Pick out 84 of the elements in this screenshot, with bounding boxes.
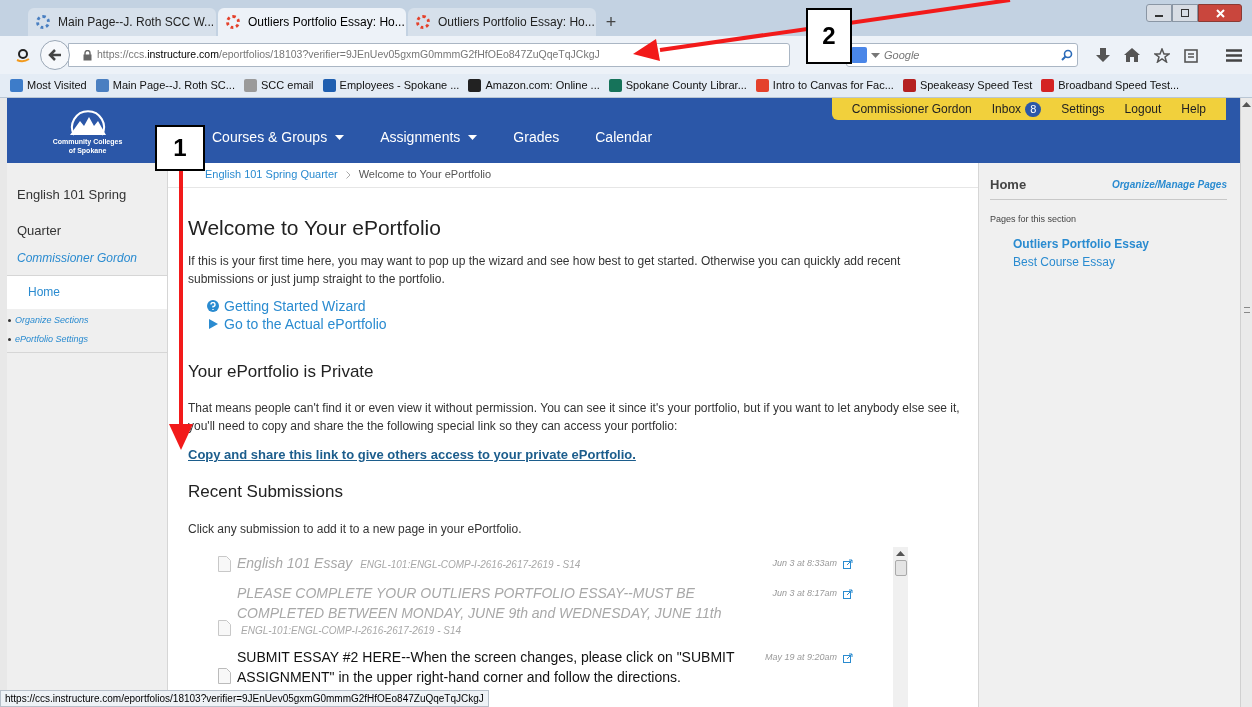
callout-number: 1 — [155, 125, 205, 171]
section-item[interactable]: Home — [7, 275, 167, 309]
menu-icon[interactable] — [1226, 48, 1242, 62]
search-input[interactable]: Google — [884, 46, 1057, 64]
close-icon — [1215, 8, 1225, 18]
scrollbar-grip-icon — [1243, 307, 1250, 313]
document-icon — [218, 620, 231, 636]
home-icon[interactable] — [1124, 48, 1140, 62]
bookmark[interactable]: Spokane County Librar... — [608, 77, 747, 94]
bookmark[interactable]: Employees - Spokane ... — [322, 77, 460, 94]
user-menu-link[interactable]: Help — [1181, 100, 1206, 118]
bookmark[interactable]: Intro to Canvas for Fac... — [755, 77, 894, 94]
search-icon[interactable] — [1061, 49, 1073, 61]
submission-date: Jun 3 at 8:17am — [772, 587, 837, 600]
lock-icon — [83, 49, 92, 61]
bookmark[interactable]: Main Page--J. Roth SC... — [95, 77, 235, 94]
scroll-up-icon — [896, 551, 905, 556]
bookmark[interactable]: Most Visited — [10, 77, 87, 94]
submission-date: May 19 at 9:20am — [764, 651, 837, 664]
tab-title: Outliers Portfolio Essay: Ho... — [248, 14, 405, 31]
list-scrollbar[interactable] — [893, 547, 908, 707]
tab-title: Outliers Portfolio Essay: Ho... — [438, 14, 595, 31]
hint-text: Click any submission to add it to a new page in your ePortfolio. — [188, 521, 523, 538]
external-link-icon[interactable] — [843, 558, 853, 569]
bookmark[interactable]: Speakeasy Speed Test — [902, 77, 1033, 94]
bullet-icon — [8, 318, 11, 322]
document-icon — [218, 556, 231, 572]
status-bar: https://ccs.instructure.com/eportfolios/18103?verifier=9JEnUev05gxmG0mmmG2fHfOEo847ZuQqeTqJCkgJ — [0, 690, 489, 707]
bookmark[interactable]: SCC email — [244, 77, 314, 94]
browser-tab[interactable]: Main Page--J. Roth SCC W... — [28, 8, 216, 36]
course-code: ENGL-101:ENGL-COMP-I-2616-2617-2619 - S14 — [240, 624, 463, 638]
external-link-icon[interactable] — [843, 652, 853, 663]
bullet-icon — [8, 338, 11, 342]
dropdown-caret-icon — [871, 52, 880, 58]
action-link[interactable]: Getting Started Wizard — [224, 296, 366, 315]
callout-number: 2 — [806, 8, 852, 64]
user-menu-link[interactable]: Commissioner Gordon — [851, 100, 972, 118]
page-title: Welcome to Your ePortfolio — [188, 214, 442, 241]
submission-title[interactable]: SUBMIT ESSAY #2 HERE--When the screen changes, please click on "SUBMIT ASSIGNMENT" in the upper right-hand corner and follow the directions. — [237, 647, 755, 687]
restore-button[interactable] — [1172, 4, 1198, 22]
scroll-up-icon — [1242, 102, 1251, 107]
user-menu-link[interactable]: Inbox — [991, 100, 1022, 118]
sidebar-heading: Home — [990, 175, 1027, 194]
search-field[interactable]: Google — [846, 43, 1078, 67]
course-code: ENGL-101:ENGL-COMP-I-2616-2617-2619 - S14 — [360, 559, 581, 570]
clipboard-icon[interactable] — [1184, 47, 1198, 63]
bookmark[interactable]: Amazon.com: Online ... — [468, 77, 600, 94]
back-button[interactable] — [40, 40, 70, 70]
breadcrumb-item: Welcome to Your ePortfolio — [358, 167, 492, 183]
back-arrow-icon — [48, 49, 62, 61]
minimize-button[interactable] — [1146, 4, 1172, 22]
address-field[interactable]: https://ccs.instructure.com/eportfolios/18103?verifier=9JEnUev05gxmG0mmmG2fHfOEo847ZuQqeTqJCkgJ — [68, 43, 790, 67]
close-button[interactable] — [1198, 4, 1242, 22]
star-icon[interactable] — [1154, 47, 1170, 63]
portfolio-title: English 101 Spring Quarter — [17, 185, 128, 240]
chevron-icon — [345, 170, 351, 179]
section-heading: Recent Submissions — [188, 480, 344, 503]
nav-menu-item[interactable]: Assignments — [380, 126, 478, 148]
breadcrumb-item[interactable]: English 101 Spring Quarter — [205, 166, 338, 183]
external-link-icon[interactable] — [843, 588, 853, 599]
browser-tab[interactable]: Outliers Portfolio Essay: Ho... — [408, 8, 596, 36]
user-menu-link[interactable]: Settings — [1061, 100, 1105, 118]
submission-date: Jun 3 at 8:33am — [772, 557, 837, 570]
nav-menu-item[interactable]: Grades — [513, 126, 560, 148]
bookmark[interactable]: Broadband Speed Test... — [1041, 77, 1180, 94]
download-icon[interactable] — [1096, 47, 1110, 63]
document-icon — [218, 668, 231, 684]
nav-menu-item[interactable]: Calendar — [595, 126, 653, 148]
new-tab-button[interactable]: + — [598, 8, 624, 36]
page-scrollbar[interactable] — [1240, 98, 1252, 707]
share-link[interactable]: Copy and share this link to give others access to your private ePortfolio. — [188, 445, 964, 465]
pages-label: Pages for this section — [990, 213, 1078, 226]
amazon-icon[interactable] — [14, 46, 32, 64]
scrollbar-thumb[interactable] — [894, 560, 907, 576]
action-link[interactable]: Go to the Actual ePortfolio — [224, 314, 387, 333]
play-icon — [207, 317, 219, 330]
section-heading: Your ePortfolio is Private — [188, 360, 375, 383]
help-icon — [207, 299, 219, 312]
user-menu-link[interactable]: Logout — [1124, 100, 1162, 118]
browser-tab[interactable]: Outliers Portfolio Essay: Ho... — [218, 8, 406, 36]
unread-count: 8 — [1025, 101, 1042, 117]
intro-text: If this is your first time here, you may want to pop up the wizard and see how best to get started. Otherwise you can quickly add recent submissions or just jump straight to the portfolio. — [188, 252, 902, 288]
tab-title: Main Page--J. Roth SCC W... — [58, 14, 215, 31]
nav-menu-item[interactable]: Courses & Groups — [212, 126, 345, 148]
